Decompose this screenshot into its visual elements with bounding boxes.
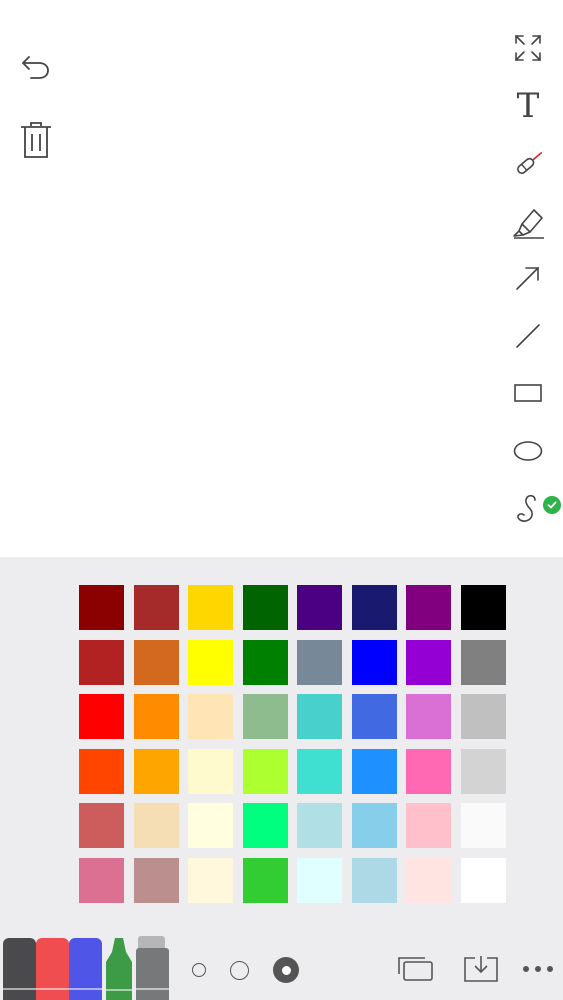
color-swatch[interactable] bbox=[460, 639, 506, 685]
blue-marker[interactable] bbox=[69, 938, 102, 1000]
color-swatch[interactable] bbox=[351, 803, 397, 848]
color-swatch[interactable] bbox=[242, 857, 288, 903]
color-swatch[interactable] bbox=[297, 803, 342, 848]
color-swatch[interactable] bbox=[242, 639, 288, 685]
brush-size-medium[interactable] bbox=[230, 961, 249, 980]
color-swatch[interactable] bbox=[406, 585, 451, 630]
color-swatch[interactable] bbox=[79, 639, 124, 685]
clear-canvas-button[interactable] bbox=[12, 116, 60, 164]
brush-size-large[interactable] bbox=[273, 957, 299, 983]
color-swatch[interactable] bbox=[406, 803, 451, 848]
color-swatch[interactable] bbox=[297, 639, 342, 685]
color-swatch[interactable] bbox=[188, 694, 233, 739]
green-pen[interactable] bbox=[102, 936, 136, 1000]
color-swatch[interactable] bbox=[297, 748, 342, 794]
color-swatch[interactable] bbox=[79, 803, 124, 848]
color-swatch[interactable] bbox=[133, 748, 179, 794]
color-swatch[interactable] bbox=[351, 857, 397, 903]
drawing-canvas[interactable] bbox=[0, 0, 563, 557]
more-dots-icon bbox=[523, 966, 553, 972]
laser-pointer-button[interactable] bbox=[504, 140, 552, 188]
color-swatch[interactable] bbox=[460, 748, 506, 794]
color-swatch[interactable] bbox=[460, 803, 506, 848]
brush-size-small[interactable] bbox=[192, 963, 206, 977]
rectangle-icon bbox=[514, 384, 542, 402]
color-swatch[interactable] bbox=[406, 748, 451, 794]
color-swatch[interactable] bbox=[133, 803, 179, 848]
freehand-curve-icon bbox=[517, 494, 536, 522]
color-swatch[interactable] bbox=[242, 748, 288, 794]
color-swatch[interactable] bbox=[133, 639, 179, 685]
ellipse-icon bbox=[513, 441, 543, 461]
color-swatch[interactable] bbox=[351, 639, 397, 685]
expand-arrows-icon bbox=[515, 35, 541, 61]
color-swatch[interactable] bbox=[297, 585, 342, 630]
color-swatch[interactable] bbox=[188, 748, 233, 794]
color-swatch[interactable] bbox=[460, 857, 506, 903]
color-swatch[interactable] bbox=[79, 694, 124, 739]
color-swatch[interactable] bbox=[460, 585, 506, 630]
color-swatch[interactable] bbox=[133, 694, 179, 739]
ellipse-tool-button[interactable] bbox=[504, 427, 552, 475]
red-marker[interactable] bbox=[36, 938, 69, 1000]
color-swatch[interactable] bbox=[79, 585, 124, 630]
color-swatch[interactable] bbox=[351, 585, 397, 630]
undo-arrow-icon bbox=[22, 56, 49, 79]
dark-gray-marker[interactable] bbox=[3, 938, 36, 1000]
text-T-icon: T bbox=[516, 86, 540, 126]
color-swatch[interactable] bbox=[79, 857, 124, 903]
eraser[interactable] bbox=[136, 948, 169, 1000]
color-swatch[interactable] bbox=[351, 748, 397, 794]
more-button[interactable] bbox=[520, 954, 556, 984]
color-palette-panel bbox=[0, 557, 563, 1000]
eraser-tip bbox=[138, 936, 165, 948]
laser-pointer-icon bbox=[517, 151, 543, 174]
color-swatch[interactable] bbox=[406, 857, 451, 903]
brush-size-large-center bbox=[281, 965, 291, 975]
color-swatch[interactable] bbox=[406, 639, 451, 685]
line-icon bbox=[516, 324, 540, 348]
rectangle-tool-button[interactable] bbox=[504, 369, 552, 417]
arrow-icon bbox=[516, 267, 539, 290]
color-swatch[interactable] bbox=[188, 857, 233, 903]
color-swatch[interactable] bbox=[351, 694, 397, 739]
text-tool-button[interactable]: T bbox=[504, 82, 552, 130]
color-swatch[interactable] bbox=[242, 803, 288, 848]
color-swatch[interactable] bbox=[297, 694, 342, 739]
color-swatch[interactable] bbox=[188, 803, 233, 848]
color-swatch[interactable] bbox=[133, 585, 179, 630]
color-swatch[interactable] bbox=[242, 585, 288, 630]
duplicate-pages-icon bbox=[398, 957, 433, 981]
save-button[interactable] bbox=[460, 952, 502, 986]
arrow-tool-button[interactable] bbox=[504, 254, 552, 302]
download-tray-icon bbox=[464, 956, 498, 982]
color-swatch[interactable] bbox=[188, 585, 233, 630]
trash-icon bbox=[21, 122, 51, 158]
line-tool-button[interactable] bbox=[504, 312, 552, 360]
color-swatch-grid bbox=[79, 585, 506, 903]
color-swatch[interactable] bbox=[79, 748, 124, 794]
highlighter-button[interactable] bbox=[504, 198, 552, 246]
color-swatch[interactable] bbox=[460, 694, 506, 739]
copy-button[interactable] bbox=[394, 952, 436, 986]
color-swatch[interactable] bbox=[242, 694, 288, 739]
pen-toolbar bbox=[0, 930, 563, 1000]
selected-check-icon bbox=[543, 496, 561, 514]
color-swatch[interactable] bbox=[133, 857, 179, 903]
undo-button[interactable] bbox=[12, 42, 60, 90]
color-swatch[interactable] bbox=[406, 694, 451, 739]
color-swatch[interactable] bbox=[297, 857, 342, 903]
fullscreen-button[interactable] bbox=[504, 24, 552, 72]
highlighter-icon bbox=[513, 209, 544, 239]
color-swatch[interactable] bbox=[188, 639, 233, 685]
